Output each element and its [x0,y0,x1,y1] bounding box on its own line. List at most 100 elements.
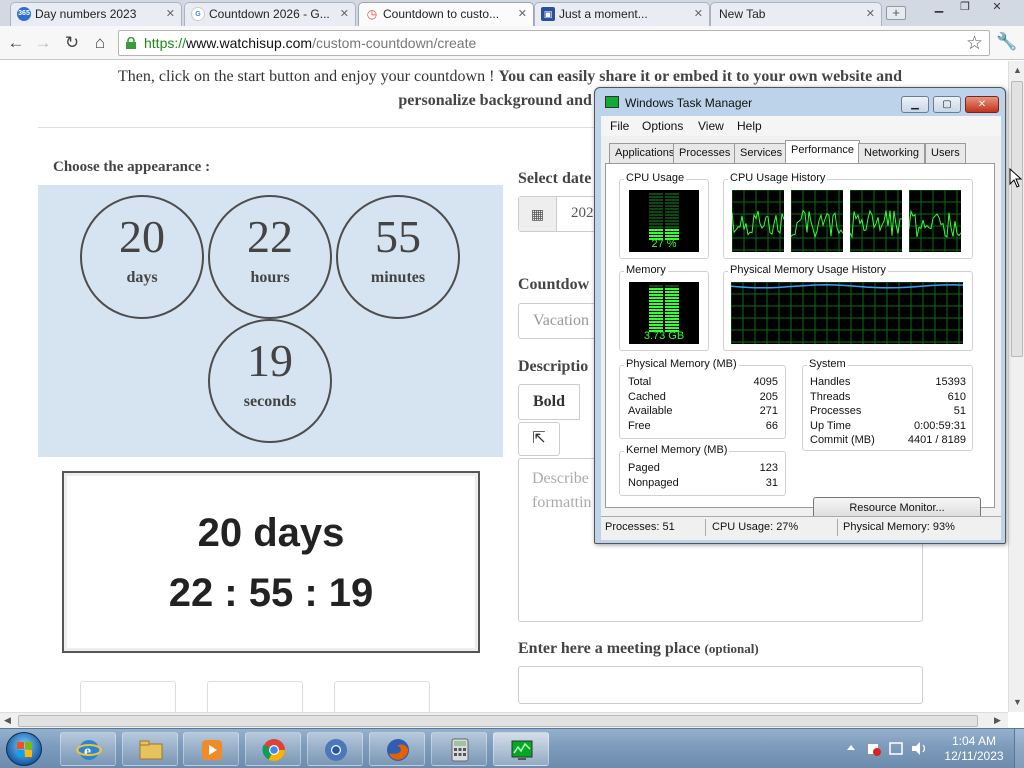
tab-applications[interactable]: Applications [609,143,681,163]
cpu-gauge-segment [665,214,679,216]
url-path: /custom-countdown/create [312,35,477,51]
memory-gauge-segment [649,297,663,299]
close-icon[interactable]: ✕ [340,3,349,25]
memory-gauge-segment [649,300,663,302]
bold-button[interactable]: Bold [518,384,580,420]
tab-performance[interactable]: Performance [785,140,860,164]
cpu-gauge-segment [649,208,663,210]
menu-view[interactable]: View [698,119,724,133]
appearance-preview-digital[interactable]: 20 days 22 : 55 : 19 [62,471,480,653]
menu-file[interactable]: File [610,119,629,133]
seconds-circle: 19 seconds [208,319,332,443]
home-icon[interactable]: ⌂ [89,32,111,54]
close-window-icon[interactable]: ✕ [986,1,1008,15]
scroll-up-arrow[interactable]: ▲ [1013,65,1022,75]
tab-countdown-google[interactable]: G Countdown 2026 - G... ✕ [184,2,356,26]
days-value: 20 [119,211,165,262]
memory-label: Memory [624,264,668,276]
stat-value: 66 [765,420,778,432]
close-icon[interactable]: ✕ [166,3,175,25]
task-manager-window[interactable]: Windows Task Manager ▁ ▢ ✕ File Options … [594,87,1006,544]
scroll-left-arrow[interactable]: ◀ [4,715,11,726]
alert-badge-icon [873,748,881,756]
close-button[interactable]: ✕ [965,96,999,113]
site-icon: ▣ [541,7,555,21]
memory-gauge-segment [665,309,679,311]
address-bar[interactable]: https://www.watchisup.com/custom-countdo… [118,30,990,56]
close-icon[interactable]: ✕ [518,3,527,25]
kernel-memory-title: Kernel Memory (MB) [624,444,730,456]
maximize-button[interactable]: ▢ [933,96,961,113]
appearance-thumbnail[interactable] [207,681,303,712]
firefox-icon [387,739,409,761]
memory-gauge-segment [665,306,679,308]
days-label: days [126,269,158,286]
meeting-place-input[interactable] [518,666,923,704]
forward-icon[interactable]: → [32,32,54,54]
tab-processes[interactable]: Processes [673,143,737,163]
wrench-icon[interactable]: 🔧 [996,32,1017,52]
show-hidden-icons-icon [847,745,855,750]
task-manager-taskbar-button[interactable] [493,732,549,766]
close-icon[interactable]: ✕ [866,3,875,25]
chrome-button[interactable] [245,732,301,766]
back-icon[interactable]: ← [5,32,27,54]
status-memory: Physical Memory: 93% [843,521,955,533]
tab-title: New Tab [719,7,766,21]
appearance-preview-circles[interactable]: 20 days 22 hours 55 minutes 19 seconds [38,185,503,457]
new-tab-button[interactable]: + [886,6,906,20]
cpu-gauge-segment [665,199,679,201]
file-explorer-button[interactable] [122,732,178,766]
scroll-right-arrow[interactable]: ▶ [994,715,1001,726]
minimize-button[interactable]: ▁ [901,96,929,113]
calculator-button[interactable] [431,732,487,766]
date-value: 202 [571,205,594,221]
cpu-gauge-segment [649,214,663,216]
menu-options[interactable]: Options [642,119,683,133]
minimize-icon[interactable]: ▁ [928,1,950,15]
memory-gauge-segment [665,324,679,326]
tab-day-numbers[interactable]: 365 Day numbers 2023 ✕ [10,2,182,26]
show-desktop-button[interactable] [1014,729,1024,768]
cpu-gauge-segment [665,223,679,225]
horizontal-scrollbar[interactable]: ◀ ▶ [0,712,1008,728]
internet-explorer-button[interactable]: e [60,732,116,766]
cpu-gauge-segment [649,205,663,207]
kernel-memory-group: Kernel Memory (MB) Paged 123 Nonpaged 31 [619,444,786,496]
vertical-scrollbar[interactable]: ▲ ▼ [1008,61,1024,712]
cpu-history-chart [791,190,843,252]
tab-just-a-moment[interactable]: ▣ Just a moment... ✕ [534,2,710,26]
cpu-usage-group: CPU Usage 27 % [619,172,709,259]
scroll-thumb[interactable] [18,715,978,727]
chrome-alt-button[interactable] [307,732,363,766]
cpu-gauge-segment [665,202,679,204]
tab-networking[interactable]: Networking [858,143,926,163]
reload-icon[interactable]: ↻ [61,32,83,54]
internet-explorer-icon: e [76,740,102,760]
calendar-icon: ▦ [519,197,557,231]
start-button[interactable] [6,732,42,766]
tab-services[interactable]: Services [734,143,789,163]
appearance-thumbnail[interactable] [80,681,176,712]
media-player-button[interactable] [183,732,239,766]
bookmark-star-icon[interactable]: ☆ [966,32,983,55]
close-icon[interactable]: ✕ [694,3,703,25]
firefox-button[interactable] [369,732,425,766]
menu-help[interactable]: Help [737,119,762,133]
memory-history-line [731,284,963,289]
scroll-down-arrow[interactable]: ▼ [1013,697,1022,707]
share-icon[interactable]: ⇱ [518,422,560,456]
taskbar-clock[interactable]: 1:04 AM 12/11/2023 [936,734,1012,764]
scroll-thumb[interactable] [1011,81,1023,357]
system-tray [844,735,934,764]
file-explorer-icon [139,740,163,760]
appearance-thumbnail[interactable] [334,681,430,712]
tray-icons [847,742,926,756]
minutes-label: minutes [370,269,426,286]
tab-users[interactable]: Users [925,143,966,163]
tab-new-tab[interactable]: New Tab ✕ [710,2,882,26]
description-heading: Descriptio [518,358,589,375]
cpu-gauge-segment [665,205,679,207]
restore-icon[interactable]: ❐ [954,1,976,15]
tab-countdown-custom[interactable]: ◷ Countdown to custo... ✕ [358,2,534,26]
